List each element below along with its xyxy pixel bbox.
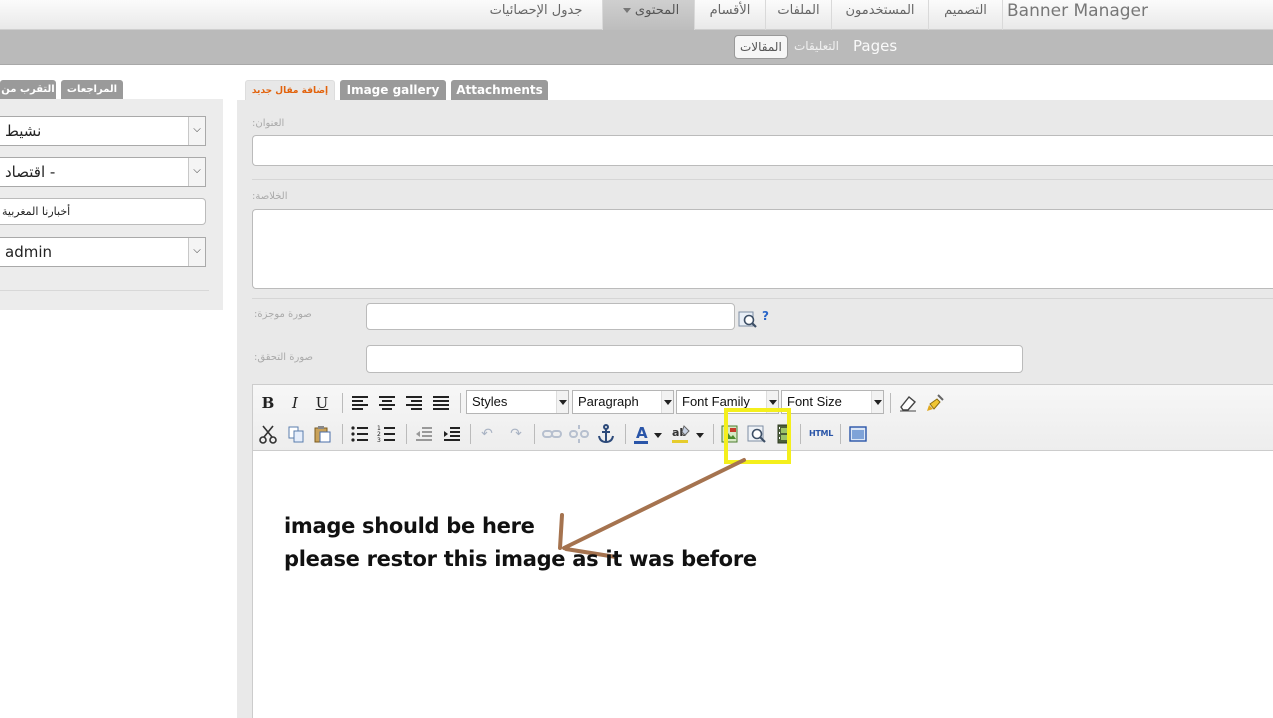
fullscreen-icon[interactable] [847,423,869,445]
chevron-down-icon [661,391,673,413]
font-size-select[interactable]: Font Size [781,390,884,414]
svg-text:3: 3 [377,437,381,444]
source-input[interactable]: أخبارنا المغربية [0,198,206,225]
underline-button[interactable]: U [311,392,333,414]
chevron-down-icon: ⌵ [188,238,205,266]
subnav-item-pages[interactable]: Pages [853,30,897,65]
toolbar-separator [342,393,343,413]
subnav-item-articles[interactable]: المقالات [734,35,788,59]
styles-select[interactable]: Styles [466,390,569,414]
anchor-icon[interactable] [595,423,617,445]
tab-attachments[interactable]: Attachments [451,80,548,100]
summary-label: :الخلاصة [252,191,288,202]
toolbar-separator [625,424,626,444]
thumbnail-label: :صورة موجزة [254,309,312,320]
paste-icon[interactable] [312,423,334,445]
help-icon[interactable]: ? [762,309,769,323]
annotation-line-2: please restor this image as it was befor… [284,547,757,571]
toolbar-separator [342,424,343,444]
text-color-icon[interactable]: A [632,423,654,445]
row-divider [252,179,1273,180]
nav-item-design[interactable]: التصميم [928,0,1002,30]
eraser-icon[interactable] [897,392,919,414]
toolbar-separator [713,424,714,444]
align-center-icon[interactable] [376,392,398,414]
chevron-down-icon [556,391,568,413]
sub-navigation: المقالات التعليقات Pages [0,30,1273,65]
nav-item-content[interactable]: المحتوى [602,0,694,30]
sidebar-divider [0,290,209,291]
nav-item-files[interactable]: الملفات [765,0,831,30]
nav-item-statistics[interactable]: جدول الإحصائيات [470,0,602,30]
browse-image-icon[interactable] [738,309,758,329]
toolbar-separator [534,424,535,444]
unlink-icon[interactable] [568,423,590,445]
sidebar-tab-reviews[interactable]: المراجعات [61,80,123,99]
chevron-down-icon [871,391,883,413]
sidebar-tab-approach[interactable]: التقرب من [0,80,56,99]
svg-text:A: A [636,424,648,442]
title-label: :العنوان [252,118,285,129]
summary-textarea[interactable] [252,209,1273,289]
copy-icon[interactable] [285,423,307,445]
chevron-down-icon[interactable] [654,433,662,438]
background-color-icon[interactable]: ab [670,423,692,445]
nav-item-sections[interactable]: الأقسام [694,0,765,30]
toolbar-separator [406,424,407,444]
subnav-item-comments[interactable]: التعليقات [794,30,839,65]
tab-add-article[interactable]: إضافة مقال جديد [245,80,335,100]
verification-input[interactable] [366,345,1023,373]
chevron-down-icon: ⌵ [188,117,205,145]
tab-image-gallery[interactable]: Image gallery [340,80,446,100]
chevron-down-icon[interactable] [696,433,704,438]
italic-button[interactable]: I [284,392,306,414]
title-input[interactable] [252,135,1273,166]
align-right-icon[interactable] [403,392,425,414]
numbered-list-icon[interactable]: 123 [376,423,398,445]
category-select[interactable]: اقتصاد - ⌵ [0,157,206,187]
bold-button[interactable]: B [257,392,279,414]
thumbnail-input[interactable] [366,303,735,330]
top-navigation: جدول الإحصائيات المحتوى الأقسام الملفات … [0,0,1273,30]
toolbar-separator [470,424,471,444]
toolbar-separator [890,393,891,413]
indent-icon[interactable] [441,423,463,445]
link-icon[interactable] [541,423,563,445]
toolbar-separator [460,393,461,413]
chevron-down-icon [622,8,631,13]
cleanup-broom-icon[interactable] [925,392,947,414]
toolbar-separator [800,424,801,444]
highlight-box [724,408,791,464]
redo-icon[interactable]: ↷ [505,423,527,445]
toolbar-separator [840,424,841,444]
status-select[interactable]: نشيط ⌵ [0,116,206,146]
align-justify-icon[interactable] [430,392,452,414]
row-divider [252,298,1273,299]
bullet-list-icon[interactable] [349,423,371,445]
verification-label: :صورة التحقق [254,352,313,363]
nav-item-users[interactable]: المستخدمون [831,0,928,30]
undo-icon[interactable]: ↶ [476,423,498,445]
nav-item-banner-manager[interactable]: Banner Manager [1002,0,1152,30]
cut-icon[interactable] [257,423,279,445]
annotation-line-1: image should be here [284,514,535,538]
html-source-button[interactable]: HTML [807,423,835,445]
author-select[interactable]: admin ⌵ [0,237,206,267]
paragraph-format-select[interactable]: Paragraph [572,390,674,414]
chevron-down-icon: ⌵ [188,158,205,186]
align-left-icon[interactable] [349,392,371,414]
outdent-icon[interactable] [413,423,435,445]
